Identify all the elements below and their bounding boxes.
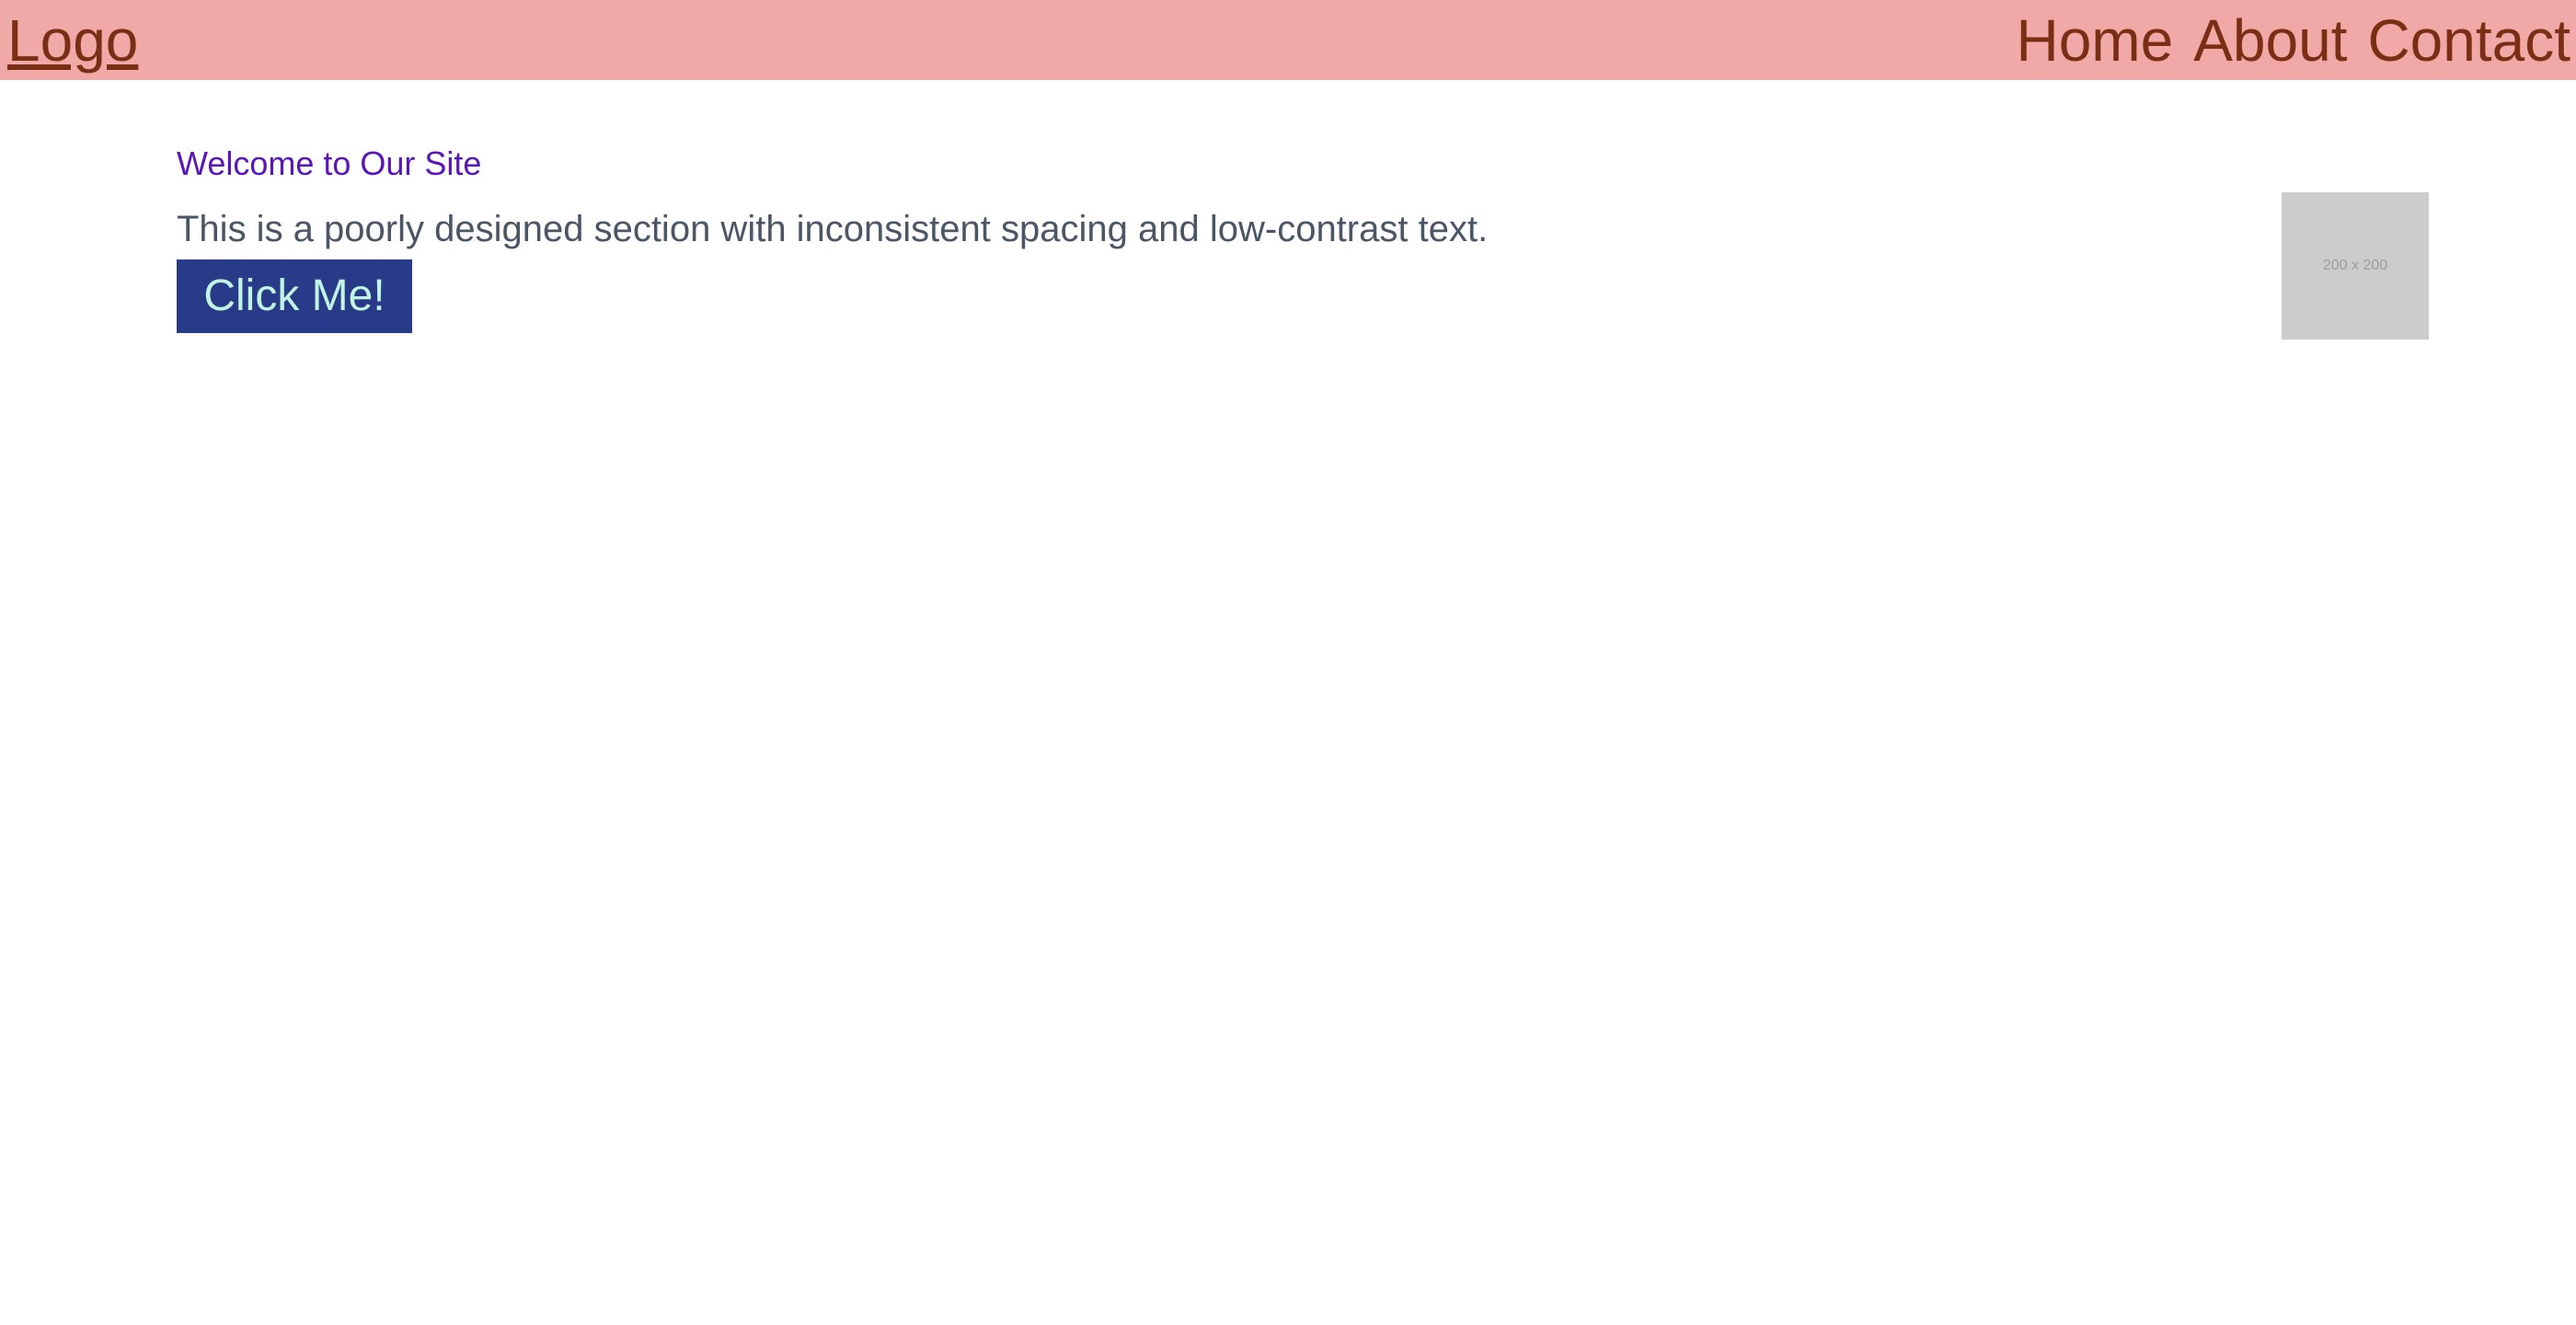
main-navigation: Home About Contact [2016, 7, 2570, 74]
image-size-label: 200 x 200 [2322, 258, 2388, 273]
nav-about-link[interactable]: About [2193, 7, 2347, 74]
top-navigation-bar: Logo Home About Contact [0, 0, 2576, 80]
site-logo[interactable]: Logo [7, 7, 138, 74]
click-me-button[interactable]: Click Me! [177, 259, 412, 333]
section-description: This is a poorly designed section with i… [177, 209, 1489, 249]
page-title: Welcome to Our Site [177, 144, 482, 182]
nav-contact-link[interactable]: Contact [2367, 7, 2570, 74]
nav-home-link[interactable]: Home [2016, 7, 2173, 74]
placeholder-image: 200 x 200 [2282, 192, 2429, 340]
